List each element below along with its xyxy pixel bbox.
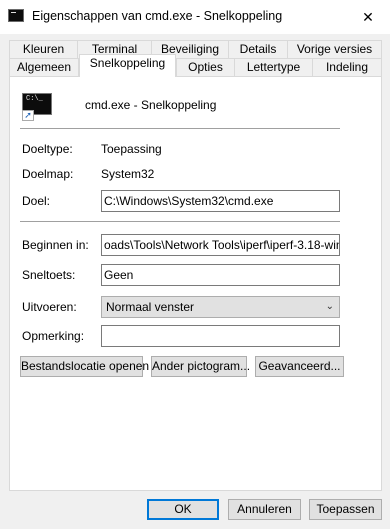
target-type-value: Toepassing (101, 142, 162, 156)
window-title: Eigenschappen van cmd.exe - Snelkoppelin… (32, 9, 283, 23)
change-icon-button[interactable]: Ander pictogram... (151, 356, 250, 377)
tab-lettertype[interactable]: Lettertype (234, 58, 313, 77)
tab-snelkoppeling[interactable]: Snelkoppeling (79, 54, 176, 77)
tab-opties[interactable]: Opties (176, 58, 235, 77)
tab-kleuren[interactable]: Kleuren (9, 40, 78, 59)
advanced-button[interactable]: Geavanceerd... (255, 356, 344, 377)
comment-input[interactable] (101, 325, 340, 347)
apply-button[interactable]: Toepassen (309, 499, 382, 520)
run-select[interactable]: Normaal venster ⌄ (101, 296, 340, 318)
target-type-label: Doeltype: (22, 142, 73, 156)
cmd-window-icon (8, 9, 24, 22)
close-button[interactable]: ✕ (346, 0, 390, 34)
hotkey-label: Sneltoets: (22, 268, 76, 282)
run-select-value: Normaal venster (106, 300, 195, 314)
tab-indeling[interactable]: Indeling (312, 58, 382, 77)
target-folder-value: System32 (101, 167, 155, 181)
cancel-button[interactable]: Annuleren (228, 499, 301, 520)
target-folder-label: Doelmap: (22, 167, 74, 181)
run-label: Uitvoeren: (22, 300, 77, 314)
tab-vorige-versies[interactable]: Vorige versies (287, 40, 382, 59)
start-in-input[interactable]: oads\Tools\Network Tools\iperf\iperf-3.1… (101, 234, 340, 256)
chevron-down-icon: ⌄ (325, 301, 334, 312)
target-input[interactable]: C:\Windows\System32\cmd.exe (101, 190, 340, 212)
start-in-label: Beginnen in: (22, 238, 89, 252)
target-label: Doel: (22, 194, 51, 208)
separator (20, 128, 340, 129)
hotkey-input[interactable]: Geen (101, 264, 340, 286)
shortcut-arrow-icon: ➚ (22, 110, 34, 121)
comment-label: Opmerking: (22, 329, 85, 343)
cmd-icon-prompt: C:\_ (26, 95, 43, 103)
shortcut-name: cmd.exe - Snelkoppeling (85, 98, 217, 112)
separator (20, 221, 340, 222)
tab-details[interactable]: Details (228, 40, 288, 59)
tab-algemeen[interactable]: Algemeen (9, 58, 79, 77)
title-bar: Eigenschappen van cmd.exe - Snelkoppelin… (0, 0, 390, 34)
open-file-location-button[interactable]: Bestandslocatie openen (20, 356, 149, 377)
ok-button[interactable]: OK (147, 499, 219, 520)
